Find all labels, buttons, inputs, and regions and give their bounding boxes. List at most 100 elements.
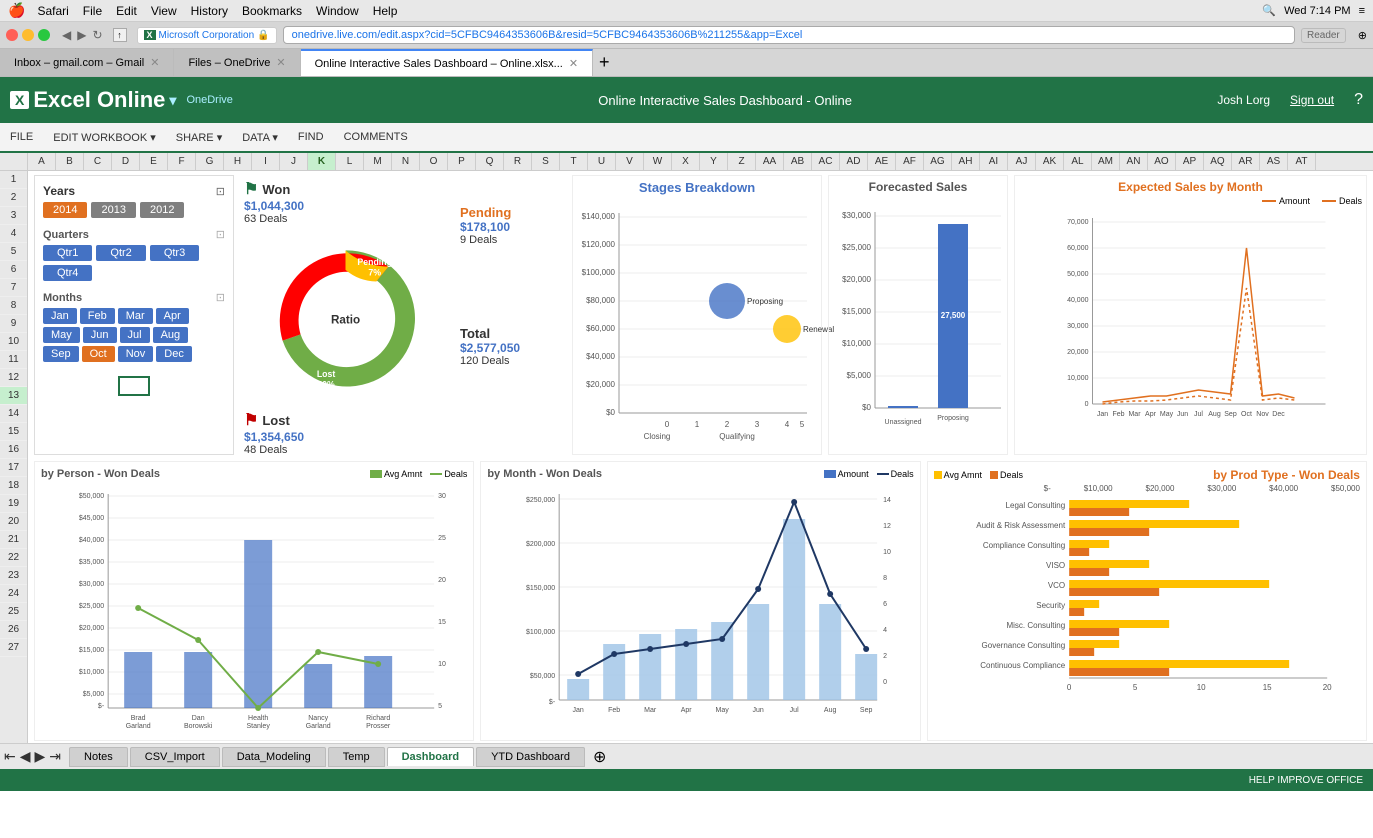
maximize-button[interactable] bbox=[38, 29, 50, 41]
col-B[interactable]: B bbox=[56, 153, 84, 170]
col-R[interactable]: R bbox=[504, 153, 532, 170]
excel-help[interactable]: ? bbox=[1354, 91, 1363, 109]
reader-button[interactable]: Reader bbox=[1301, 28, 1346, 43]
ribbon-file[interactable]: FILE bbox=[10, 131, 33, 143]
menu-window[interactable]: Window bbox=[316, 4, 359, 18]
month-dec-btn[interactable]: Dec bbox=[156, 346, 192, 362]
col-AA[interactable]: AA bbox=[756, 153, 784, 170]
tab-prev-button[interactable]: ◀ bbox=[20, 748, 31, 765]
tab-dashboard[interactable]: Dashboard bbox=[387, 747, 474, 766]
quarters-filter-icon[interactable]: ⊡ bbox=[216, 228, 225, 241]
month-aug-btn[interactable]: Aug bbox=[153, 327, 189, 343]
tab-excel[interactable]: Online Interactive Sales Dashboard – Onl… bbox=[301, 49, 593, 76]
close-button[interactable] bbox=[6, 29, 18, 41]
col-X[interactable]: X bbox=[672, 153, 700, 170]
month-jun-btn[interactable]: Jun bbox=[83, 327, 117, 343]
ribbon-editworkbook[interactable]: EDIT WORKBOOK ▾ bbox=[53, 131, 156, 144]
col-O[interactable]: O bbox=[420, 153, 448, 170]
menu-help[interactable]: Help bbox=[373, 4, 398, 18]
col-I[interactable]: I bbox=[252, 153, 280, 170]
qtr1-btn[interactable]: Qtr1 bbox=[43, 245, 92, 261]
qtr2-btn[interactable]: Qtr2 bbox=[96, 245, 145, 261]
month-jul-btn[interactable]: Jul bbox=[120, 327, 150, 343]
year-2014-btn[interactable]: 2014 bbox=[43, 202, 87, 218]
menu-history[interactable]: History bbox=[191, 4, 228, 18]
col-C[interactable]: C bbox=[84, 153, 112, 170]
col-AP[interactable]: AP bbox=[1176, 153, 1204, 170]
col-V[interactable]: V bbox=[616, 153, 644, 170]
col-H[interactable]: H bbox=[224, 153, 252, 170]
col-AB[interactable]: AB bbox=[784, 153, 812, 170]
menu-safari[interactable]: Safari bbox=[37, 4, 68, 18]
col-Y[interactable]: Y bbox=[700, 153, 728, 170]
qtr3-btn[interactable]: Qtr3 bbox=[150, 245, 199, 261]
col-S[interactable]: S bbox=[532, 153, 560, 170]
month-nov-btn[interactable]: Nov bbox=[118, 346, 154, 362]
forward-button[interactable]: ▶ bbox=[77, 28, 86, 42]
ribbon-find[interactable]: FIND bbox=[298, 131, 324, 143]
col-P[interactable]: P bbox=[448, 153, 476, 170]
ribbon-comments[interactable]: COMMENTS bbox=[344, 131, 408, 143]
add-sheet-button[interactable]: ⊕ bbox=[587, 747, 612, 767]
month-sep-btn[interactable]: Sep bbox=[43, 346, 79, 362]
back-button[interactable]: ◀ bbox=[62, 28, 71, 42]
month-apr-btn[interactable]: Apr bbox=[156, 308, 189, 324]
menu-edit[interactable]: Edit bbox=[116, 4, 137, 18]
url-bar[interactable] bbox=[283, 26, 1295, 44]
tab-onedrive-close[interactable]: ✕ bbox=[276, 56, 285, 69]
col-AR[interactable]: AR bbox=[1232, 153, 1260, 170]
month-feb-btn[interactable]: Feb bbox=[80, 308, 115, 324]
col-AC[interactable]: AC bbox=[812, 153, 840, 170]
tab-onedrive[interactable]: Files – OneDrive ✕ bbox=[174, 49, 300, 76]
col-G[interactable]: G bbox=[196, 153, 224, 170]
tab-next-button[interactable]: ▶ bbox=[35, 748, 46, 765]
tab-temp[interactable]: Temp bbox=[328, 747, 385, 767]
menu-file[interactable]: File bbox=[83, 4, 102, 18]
ribbon-data[interactable]: DATA ▾ bbox=[242, 131, 278, 144]
col-AH[interactable]: AH bbox=[952, 153, 980, 170]
tab-csv-import[interactable]: CSV_Import bbox=[130, 747, 220, 767]
tab-data-modeling[interactable]: Data_Modeling bbox=[222, 747, 326, 767]
tab-gmail-close[interactable]: ✕ bbox=[150, 56, 159, 69]
month-mar-btn[interactable]: Mar bbox=[118, 308, 153, 324]
col-AJ[interactable]: AJ bbox=[1008, 153, 1036, 170]
qtr4-btn[interactable]: Qtr4 bbox=[43, 265, 92, 281]
months-filter-icon[interactable]: ⊡ bbox=[216, 291, 225, 304]
col-AG[interactable]: AG bbox=[924, 153, 952, 170]
col-M[interactable]: M bbox=[364, 153, 392, 170]
tab-ytd-dashboard[interactable]: YTD Dashboard bbox=[476, 747, 585, 767]
col-AL[interactable]: AL bbox=[1064, 153, 1092, 170]
tab-notes[interactable]: Notes bbox=[69, 747, 128, 767]
tab-last-button[interactable]: ⇥ bbox=[49, 748, 61, 765]
excel-dropdown-icon[interactable]: ▾ bbox=[169, 92, 176, 109]
year-2013-btn[interactable]: 2013 bbox=[91, 202, 135, 218]
col-J[interactable]: J bbox=[280, 153, 308, 170]
minimize-button[interactable] bbox=[22, 29, 34, 41]
col-N[interactable]: N bbox=[392, 153, 420, 170]
tab-excel-close[interactable]: ✕ bbox=[569, 57, 578, 70]
menu-view[interactable]: View bbox=[151, 4, 177, 18]
share-icon[interactable]: ↑ bbox=[113, 28, 127, 42]
col-Q[interactable]: Q bbox=[476, 153, 504, 170]
month-oct-btn[interactable]: Oct bbox=[82, 346, 115, 362]
col-AM[interactable]: AM bbox=[1092, 153, 1120, 170]
col-U[interactable]: U bbox=[588, 153, 616, 170]
refresh-button[interactable]: ↻ bbox=[92, 28, 102, 42]
col-AO[interactable]: AO bbox=[1148, 153, 1176, 170]
month-may-btn[interactable]: May bbox=[43, 327, 80, 343]
search-icon[interactable]: 🔍 bbox=[1262, 4, 1276, 17]
ribbon-share[interactable]: SHARE ▾ bbox=[176, 131, 222, 144]
col-AD[interactable]: AD bbox=[840, 153, 868, 170]
col-AS[interactable]: AS bbox=[1260, 153, 1288, 170]
col-AT[interactable]: AT bbox=[1288, 153, 1316, 170]
col-Z[interactable]: Z bbox=[728, 153, 756, 170]
col-L[interactable]: L bbox=[336, 153, 364, 170]
menu-bookmarks[interactable]: Bookmarks bbox=[242, 4, 302, 18]
col-AF[interactable]: AF bbox=[896, 153, 924, 170]
col-F[interactable]: F bbox=[168, 153, 196, 170]
zoom-icon[interactable]: ⊕ bbox=[1358, 29, 1367, 42]
excel-signout[interactable]: Sign out bbox=[1290, 93, 1334, 107]
year-2012-btn[interactable]: 2012 bbox=[140, 202, 184, 218]
col-AN[interactable]: AN bbox=[1120, 153, 1148, 170]
tab-gmail[interactable]: Inbox – gmail.com – Gmail ✕ bbox=[0, 49, 174, 76]
